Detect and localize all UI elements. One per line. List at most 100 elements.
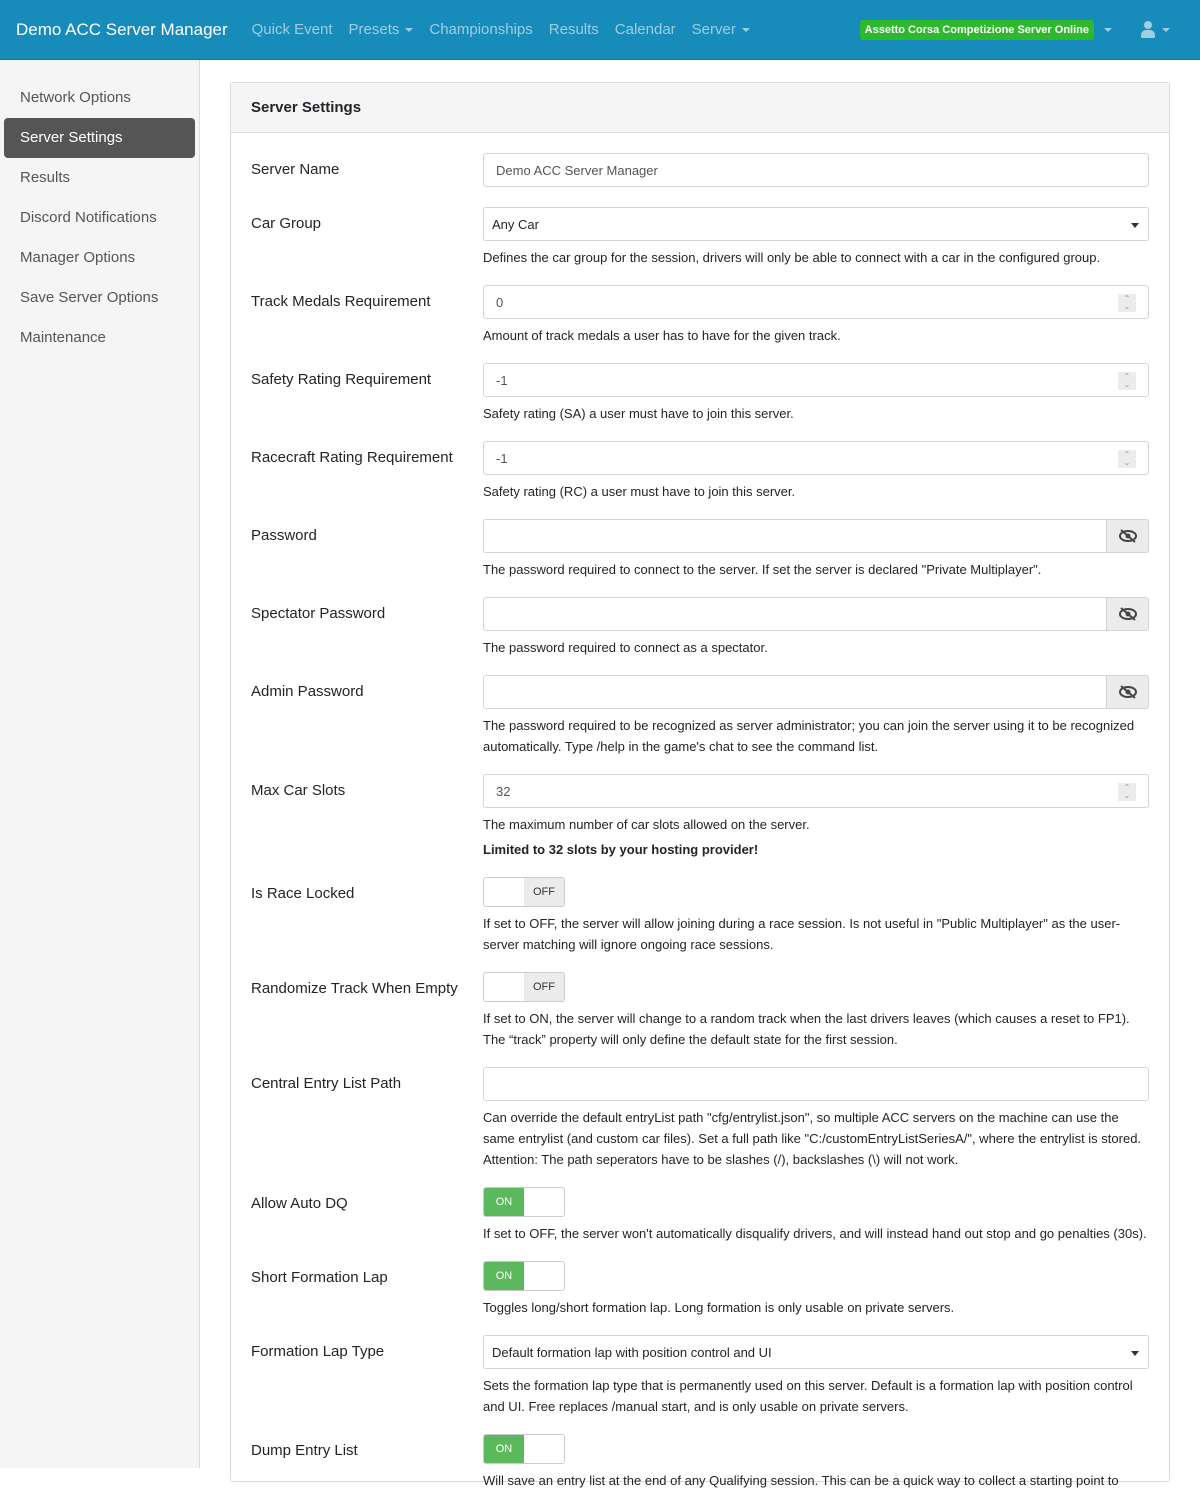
safety-rating-input[interactable]: -1 ⌃ ⌄: [483, 363, 1149, 397]
dump-entry-list-help: Will save an entry list at the end of an…: [483, 1473, 1119, 1488]
car-group-label: Car Group: [251, 215, 322, 232]
track-medals-input[interactable]: 0 ⌃ ⌄: [483, 285, 1149, 319]
nav-label: Quick Event: [251, 21, 333, 38]
short-formation-lap-label: Short Formation Lap: [251, 1269, 388, 1286]
password-input[interactable]: [483, 519, 1107, 553]
server-status-badge[interactable]: Assetto Corsa Competizione Server Online: [859, 19, 1094, 40]
spinner-icon[interactable]: ⌃ ⌄: [1118, 450, 1136, 468]
spectator-password-input[interactable]: [483, 597, 1107, 631]
racecraft-rating-label: Racecraft Rating Requirement: [251, 449, 453, 466]
dump-entry-list-label: Dump Entry List: [251, 1442, 358, 1459]
eye-slash-icon: [1118, 607, 1137, 621]
form-row-max-car-slots: Max Car Slots 32 ⌃ ⌄ The maximum number of…: [251, 774, 1149, 860]
sidebar-item-server-settings[interactable]: Server Settings: [4, 118, 195, 158]
nav-calendar[interactable]: Calendar: [615, 21, 676, 38]
toggle-admin-password-visibility-button[interactable]: [1107, 675, 1149, 709]
card-title: Server Settings: [231, 83, 1169, 133]
form-row-server-name: Server Name Demo ACC Server Manager: [251, 153, 1149, 187]
status-dropdown-chevron-icon[interactable]: [1104, 27, 1112, 32]
toggle-state: ON: [484, 1435, 524, 1463]
randomize-track-toggle[interactable]: OFF: [483, 972, 565, 1002]
max-car-slots-warning: Limited to 32 slots by your hosting prov…: [483, 842, 759, 857]
form-row-randomize-track: Randomize Track When Empty OFF If set to…: [251, 972, 1149, 1050]
admin-password-label: Admin Password: [251, 683, 364, 700]
allow-auto-dq-help: If set to OFF, the server won't automati…: [483, 1226, 1147, 1241]
nav-label: Presets: [348, 21, 400, 38]
dump-entry-list-toggle[interactable]: ON: [483, 1434, 565, 1464]
track-medals-value: 0: [496, 294, 504, 310]
nav-presets[interactable]: Presets: [349, 21, 414, 38]
dropdown-arrow-icon: [1131, 1351, 1139, 1356]
chevron-down-icon: [741, 27, 750, 32]
spinner-icon[interactable]: ⌃ ⌄: [1118, 783, 1136, 801]
top-navbar: Demo ACC Server Manager Quick Event Pres…: [0, 0, 1200, 60]
track-medals-help: Amount of track medals a user has to hav…: [483, 328, 841, 343]
central-entry-list-help: Can override the default entryList path …: [483, 1110, 1142, 1167]
form-row-spectator-password: Spectator Password The password required…: [251, 597, 1149, 658]
brand-link[interactable]: Demo ACC Server Manager: [16, 20, 228, 40]
track-medals-label: Track Medals Requirement: [251, 293, 431, 310]
toggle-password-visibility-button[interactable]: [1107, 519, 1149, 553]
short-formation-lap-toggle[interactable]: ON: [483, 1261, 565, 1291]
max-car-slots-label: Max Car Slots: [251, 782, 346, 799]
form-row-admin-password: Admin Password The password required to …: [251, 675, 1149, 757]
max-car-slots-input[interactable]: 32 ⌃ ⌄: [483, 774, 1149, 808]
admin-password-help: The password required to be recognized a…: [483, 718, 1135, 754]
nav-server[interactable]: Server: [692, 21, 750, 38]
allow-auto-dq-toggle[interactable]: ON: [483, 1187, 565, 1217]
is-race-locked-label: Is Race Locked: [251, 885, 355, 902]
formation-lap-type-help: Sets the formation lap type that is perm…: [483, 1378, 1133, 1414]
user-icon[interactable]: [1140, 20, 1156, 39]
racecraft-rating-help: Safety rating (RC) a user must have to j…: [483, 484, 796, 499]
user-icon-head: [1144, 20, 1152, 29]
formation-lap-type-label: Formation Lap Type: [251, 1343, 385, 1360]
nav-label: Calendar: [614, 21, 676, 38]
server-name-input[interactable]: Demo ACC Server Manager: [483, 153, 1149, 187]
formation-lap-type-select[interactable]: Default formation lap with position cont…: [483, 1335, 1149, 1369]
spinner-icon[interactable]: ⌃ ⌄: [1118, 294, 1136, 312]
central-entry-list-input[interactable]: [483, 1067, 1149, 1101]
formation-lap-type-value: Default formation lap with position cont…: [492, 1344, 772, 1360]
form-row-allow-auto-dq: Allow Auto DQ ON If set to OFF, the serv…: [251, 1187, 1149, 1244]
racecraft-rating-input[interactable]: -1 ⌃ ⌄: [483, 441, 1149, 475]
nav-label: Results: [548, 21, 599, 38]
toggle-handle: [524, 1435, 564, 1463]
sidebar-item-results[interactable]: Results: [4, 158, 195, 198]
central-entry-list-label: Central Entry List Path: [251, 1075, 402, 1092]
server-name-label: Server Name: [251, 161, 340, 178]
sidebar-item-maintenance[interactable]: Maintenance: [4, 318, 195, 358]
sidebar-item-discord-notifications[interactable]: Discord Notifications: [4, 198, 195, 238]
sidebar-item-manager-options[interactable]: Manager Options: [4, 238, 195, 278]
user-dropdown-chevron-icon[interactable]: [1162, 27, 1170, 32]
toggle-state: ON: [484, 1188, 524, 1216]
sidebar-item-save-server-options[interactable]: Save Server Options: [4, 278, 195, 318]
max-car-slots-value: 32: [496, 783, 511, 799]
form-row-safety-rating: Safety Rating Requirement -1 ⌃ ⌄ Safety ra…: [251, 363, 1149, 424]
is-race-locked-toggle[interactable]: OFF: [483, 877, 565, 907]
car-group-select[interactable]: Any Car: [483, 207, 1149, 241]
server-name-value: Demo ACC Server Manager: [496, 162, 658, 178]
form-row-car-group: Car Group Any Car Defines the car group …: [251, 207, 1149, 268]
safety-rating-label: Safety Rating Requirement: [251, 371, 432, 388]
password-help: The password required to connect to the …: [483, 562, 1042, 577]
toggle-handle: [484, 878, 524, 906]
toggle-handle: [524, 1262, 564, 1290]
toggle-handle: [524, 1188, 564, 1216]
spinner-icon[interactable]: ⌃ ⌄: [1118, 372, 1136, 390]
car-group-value: Any Car: [492, 216, 539, 232]
sidebar-item-network-options[interactable]: Network Options: [4, 78, 195, 118]
short-formation-lap-help: Toggles long/short formation lap. Long f…: [483, 1300, 955, 1315]
form-row-racecraft-rating: Racecraft Rating Requirement -1 ⌃ ⌄ Safety…: [251, 441, 1149, 502]
sidebar: Network Options Server Settings Results …: [0, 60, 200, 1468]
nav-results[interactable]: Results: [549, 21, 599, 38]
randomize-track-help: If set to ON, the server will change to …: [483, 1011, 1130, 1047]
nav-championships[interactable]: Championships: [429, 21, 532, 38]
form-row-track-medals: Track Medals Requirement 0 ⌃ ⌄ Amount of t…: [251, 285, 1149, 346]
toggle-state: OFF: [524, 973, 564, 1001]
nav-label: Server: [691, 21, 736, 38]
nav-quick-event[interactable]: Quick Event: [252, 21, 333, 38]
safety-rating-help: Safety rating (SA) a user must have to j…: [483, 406, 794, 421]
admin-password-input[interactable]: [483, 675, 1107, 709]
max-car-slots-help: The maximum number of car slots allowed …: [483, 817, 810, 832]
toggle-spectator-password-visibility-button[interactable]: [1107, 597, 1149, 631]
